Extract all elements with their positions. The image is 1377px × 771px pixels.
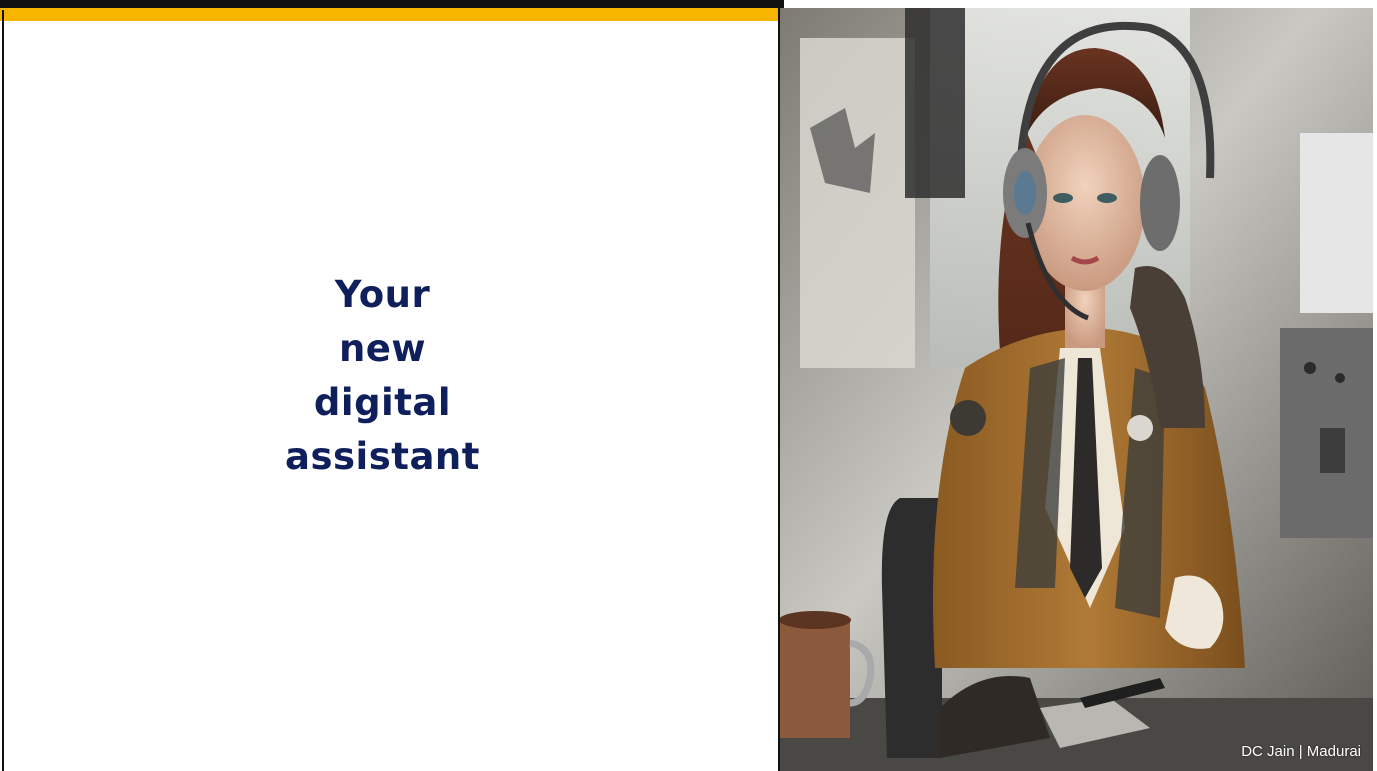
slide-title: Your new digital assistant — [250, 268, 515, 484]
title-line-3: digital — [313, 381, 452, 424]
slide-left-border — [2, 10, 4, 771]
presentation-slide: Your new digital assistant DC Jain | Mad… — [0, 0, 1377, 771]
title-line-1: Your — [334, 273, 431, 316]
title-line-4: assistant — [285, 435, 480, 478]
title-line-2: new — [338, 327, 427, 370]
accent-bar — [0, 0, 784, 21]
assistant-photo: DC Jain | Madurai — [778, 8, 1373, 771]
photo-caption: DC Jain | Madurai — [1241, 743, 1361, 760]
